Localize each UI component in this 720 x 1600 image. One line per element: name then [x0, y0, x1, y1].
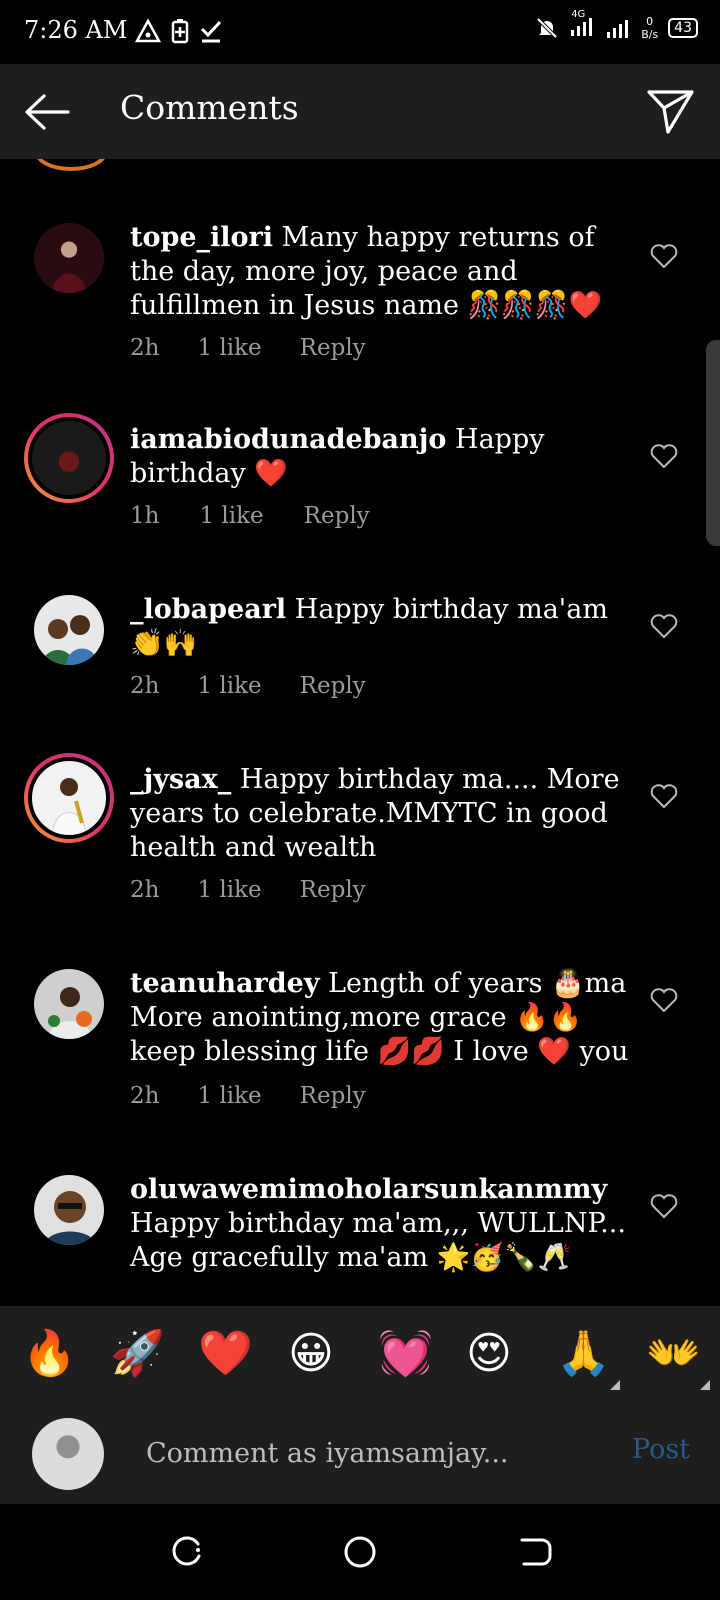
page-title: Comments [120, 88, 299, 127]
emoji-heart[interactable]: ❤️ [198, 1324, 253, 1384]
comment-likes[interactable]: 1 like [197, 335, 261, 361]
emoji-variant-indicator [610, 1380, 620, 1390]
comment-time: 2h [130, 1083, 160, 1109]
comment-time: 2h [130, 335, 160, 361]
reply-button[interactable]: Reply [300, 1083, 366, 1109]
my-avatar [32, 1418, 104, 1490]
comment-body: iamabiodunadebanjo Happy birthday ❤️ [130, 423, 630, 491]
status-bar: 7:26 AM 4G 0 B/s 43 [0, 0, 720, 64]
comment-time: 2h [130, 673, 160, 699]
comment-meta: 2h 1 like Reply [130, 673, 366, 699]
comment-body: _lobapearl Happy birthday ma'am 👏🙌 [130, 593, 630, 661]
comment-composer: Post [0, 1402, 720, 1504]
comment-text: Happy birthday ma'am,,, WULLNP... Age gr… [130, 1208, 626, 1273]
avatar[interactable] [34, 223, 104, 293]
comment-meta: 2h 1 like Reply [130, 877, 366, 903]
comment-body: _jysax_ Happy birthday ma.... More years… [130, 763, 630, 865]
comment-body: oluwawemimoholarsunkanmmy Happy birthday… [130, 1173, 630, 1275]
comment-body: tope_ilori Many happy returns of the day… [130, 221, 630, 323]
avatar[interactable] [34, 1175, 104, 1245]
comment-list[interactable]: tope_ilori Many happy returns of the day… [0, 159, 720, 1306]
avatar[interactable] [34, 969, 104, 1039]
emoji-variant-indicator [700, 1380, 710, 1390]
comment-time: 2h [130, 877, 160, 903]
heart-icon[interactable] [650, 987, 678, 1013]
comment-username[interactable]: iamabiodunadebanjo [130, 424, 446, 455]
heart-icon[interactable] [650, 243, 678, 269]
comment-meta: 2h 1 like Reply [130, 335, 366, 361]
comment-likes[interactable]: 1 like [197, 1083, 261, 1109]
comment-likes[interactable]: 1 like [197, 673, 261, 699]
download-done-icon [200, 20, 222, 43]
triangle-icon [135, 18, 161, 43]
avatar[interactable] [34, 595, 104, 665]
comment-username[interactable]: _lobapearl [130, 594, 286, 625]
send-icon[interactable] [646, 86, 696, 136]
net-speed-unit: B/s [641, 28, 659, 41]
emoji-quick-bar: 🔥 🚀 ❤️ 😀 💓 😍 🙏 👐 [0, 1306, 720, 1402]
signal-icon-2 [607, 20, 629, 38]
recents-icon[interactable] [168, 1534, 204, 1570]
status-time: 7:26 AM [24, 16, 128, 44]
back-nav-icon[interactable] [516, 1534, 552, 1570]
emoji-open-hands[interactable]: 👐 [646, 1324, 701, 1384]
heart-icon[interactable] [650, 783, 678, 809]
comment-input[interactable] [144, 1432, 578, 1474]
comment-username[interactable]: oluwawemimoholarsunkanmmy [130, 1174, 607, 1205]
avatar-story-ring[interactable] [24, 413, 114, 503]
comment-username[interactable]: _jysax_ [130, 764, 231, 795]
battery-saver-icon [171, 19, 189, 44]
heart-icon[interactable] [650, 613, 678, 639]
emoji-pray[interactable]: 🙏 [556, 1324, 611, 1384]
emoji-heart-eyes[interactable]: 😍 [466, 1324, 512, 1384]
net-speed-value: 0 [646, 15, 654, 28]
comments-header: Comments [0, 64, 720, 159]
network-type-label: 4G [571, 9, 586, 20]
mute-bell-icon [536, 17, 558, 39]
status-left-icons [135, 18, 223, 44]
emoji-grin[interactable]: 😀 [288, 1324, 334, 1384]
avatar-story-ring[interactable] [24, 753, 114, 843]
avatar-partial [34, 159, 108, 171]
comment-body: teanuhardey Length of years 🎂ma More ano… [130, 967, 630, 1069]
signal-icon-1: 4G [569, 9, 595, 42]
reply-button[interactable]: Reply [300, 877, 366, 903]
comment-likes[interactable]: 1 like [197, 877, 261, 903]
status-right-icons: 4G 0 B/s 43 [535, 9, 698, 42]
reply-button[interactable]: Reply [304, 503, 370, 529]
heart-icon[interactable] [650, 1193, 678, 1219]
reply-button[interactable]: Reply [300, 673, 366, 699]
heart-icon[interactable] [650, 443, 678, 469]
comment-meta: 1h 1 like Reply [130, 503, 370, 529]
net-speed: 0 B/s [641, 15, 658, 41]
edge-panel-handle[interactable] [706, 340, 720, 546]
comment-meta: 2h 1 like Reply [130, 1083, 366, 1109]
back-arrow-icon[interactable] [22, 92, 72, 132]
home-icon[interactable] [342, 1534, 378, 1570]
post-button[interactable]: Post [632, 1434, 690, 1465]
comment-username[interactable]: teanuhardey [130, 968, 320, 999]
battery-level: 43 [668, 18, 698, 38]
emoji-beating-heart[interactable]: 💓 [378, 1324, 433, 1384]
emoji-rocket[interactable]: 🚀 [110, 1324, 165, 1384]
comment-time: 1h [130, 503, 160, 529]
reply-button[interactable]: Reply [300, 335, 366, 361]
comment-likes[interactable]: 1 like [199, 503, 263, 529]
emoji-fire[interactable]: 🔥 [22, 1324, 77, 1384]
comment-username[interactable]: tope_ilori [130, 222, 273, 253]
comment-partial [150, 159, 360, 166]
system-nav-bar [0, 1504, 720, 1600]
